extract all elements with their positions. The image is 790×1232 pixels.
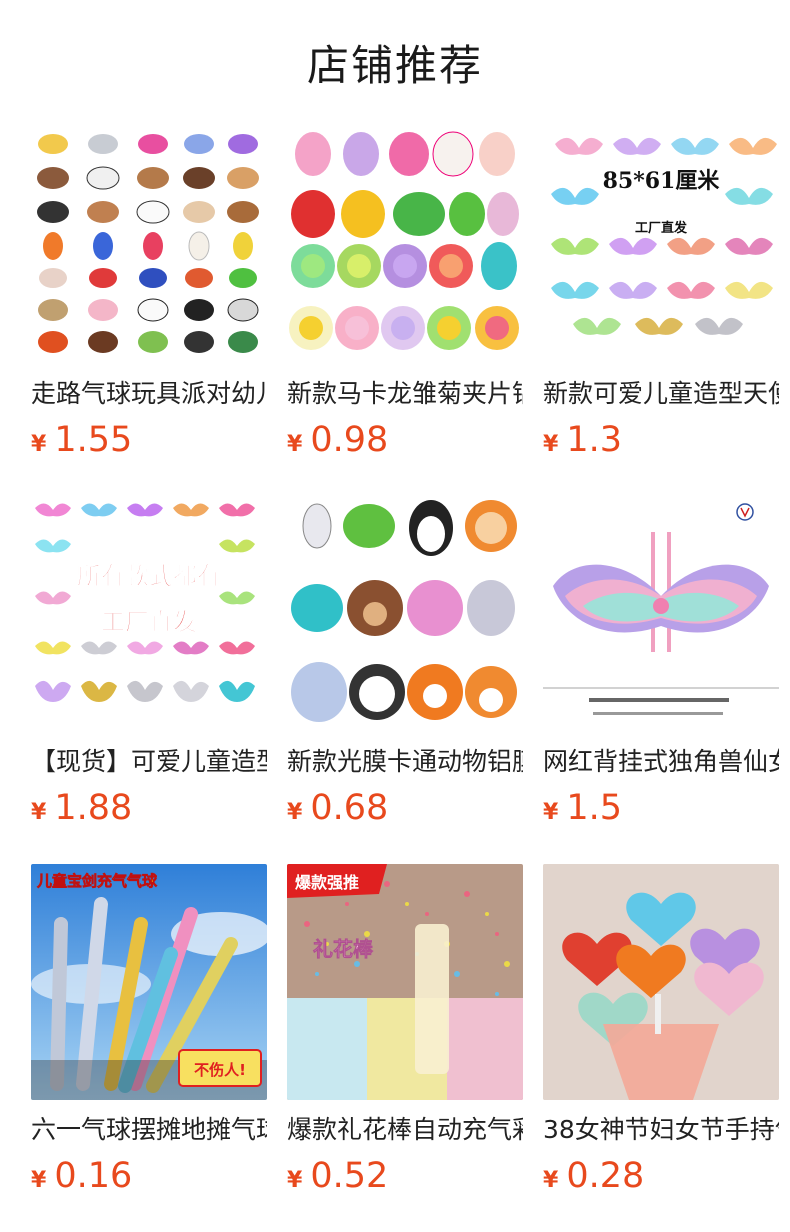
- currency-symbol: ¥: [543, 1168, 559, 1193]
- image-caption: 所有款式都有: [77, 562, 221, 590]
- product-image[interactable]: 爆款强推 礼花棒: [287, 864, 523, 1100]
- product-image[interactable]: 85*61厘米 工厂直发: [543, 128, 779, 364]
- price-value: 1.88: [54, 788, 133, 828]
- product-title[interactable]: 新款可爱儿童造型天使翅膀: [543, 378, 779, 410]
- currency-symbol: ¥: [543, 432, 559, 457]
- currency-symbol: ¥: [31, 432, 47, 457]
- butterfly-wing-balloons-image: 85*61厘米 工厂直发: [543, 128, 779, 364]
- image-caption: 儿童宝剑充气气球: [36, 872, 158, 890]
- price-value: 0.52: [310, 1156, 389, 1196]
- price-value: 1.5: [566, 788, 622, 828]
- confetti-stick-image: 爆款强推 礼花棒: [287, 864, 523, 1100]
- product-card[interactable]: 爆款强推 礼花棒 爆款礼花棒自动充气彩带棒 ¥ 0.52: [287, 864, 523, 1212]
- product-title[interactable]: 新款马卡龙雏菊夹片铝膜: [287, 378, 523, 410]
- currency-symbol: ¥: [31, 1168, 47, 1193]
- image-caption: 85*61厘米: [603, 168, 721, 194]
- product-image[interactable]: [31, 128, 267, 364]
- image-caption: 工厂直发: [635, 220, 688, 236]
- product-title[interactable]: 六一气球摆摊地摊气球宝剑: [31, 1114, 267, 1146]
- product-price: ¥ 1.3: [543, 420, 779, 460]
- currency-symbol: ¥: [543, 800, 559, 825]
- product-image[interactable]: [543, 496, 779, 732]
- cartoon-animal-balloons-image: [287, 496, 523, 732]
- cartoon-daisy-balloons-image: [287, 128, 523, 364]
- angel-wing-balloon-image: [543, 496, 779, 732]
- price-value: 1.55: [54, 420, 133, 460]
- product-image[interactable]: [287, 128, 523, 364]
- image-caption: 礼花棒: [313, 937, 374, 961]
- product-title[interactable]: 38女神节妇女节手持气球: [543, 1114, 779, 1146]
- image-caption: 不伤人!: [194, 1061, 246, 1079]
- butterfly-balloons-image: 所有款式都有 工厂直发: [31, 496, 267, 732]
- product-title[interactable]: 新款光膜卡通动物铝膜气球: [287, 746, 523, 778]
- currency-symbol: ¥: [287, 432, 303, 457]
- price-value: 1.3: [566, 420, 622, 460]
- product-price: ¥ 0.68: [287, 788, 523, 828]
- product-price: ¥ 0.28: [543, 1156, 779, 1196]
- walking-animal-balloons-image: [31, 128, 267, 364]
- heart-balloon-bouquet-image: [543, 864, 779, 1100]
- product-title[interactable]: 网红背挂式独角兽仙女翅膀: [543, 746, 779, 778]
- sword-balloons-image: 儿童宝剑充气气球 不伤人!: [31, 864, 267, 1100]
- product-card[interactable]: 所有款式都有 工厂直发 【现货】可爱儿童造型蝴蝶 ¥ 1.88: [31, 496, 267, 844]
- product-price: ¥ 1.88: [31, 788, 267, 828]
- product-card[interactable]: 38女神节妇女节手持气球 ¥ 0.28: [543, 864, 779, 1212]
- product-price: ¥ 1.5: [543, 788, 779, 828]
- product-price: ¥ 0.98: [287, 420, 523, 460]
- image-caption: 工厂直发: [101, 608, 197, 636]
- product-card[interactable]: 走路气球玩具派对幼儿园 ¥ 1.55: [31, 128, 267, 476]
- product-title[interactable]: 走路气球玩具派对幼儿园: [31, 378, 267, 410]
- product-image[interactable]: [543, 864, 779, 1100]
- product-title[interactable]: 爆款礼花棒自动充气彩带棒: [287, 1114, 523, 1146]
- product-card[interactable]: 儿童宝剑充气气球 不伤人! 六一气球摆摊地摊气球宝剑 ¥ 0.16: [31, 864, 267, 1212]
- currency-symbol: ¥: [287, 1168, 303, 1193]
- product-card[interactable]: 网红背挂式独角兽仙女翅膀 ¥ 1.5: [543, 496, 779, 844]
- product-image[interactable]: [287, 496, 523, 732]
- product-card[interactable]: 新款光膜卡通动物铝膜气球 ¥ 0.68: [287, 496, 523, 844]
- image-caption: 爆款强推: [295, 873, 359, 892]
- product-image[interactable]: 所有款式都有 工厂直发: [31, 496, 267, 732]
- price-value: 0.28: [566, 1156, 645, 1196]
- product-card[interactable]: 85*61厘米 工厂直发 新款可爱儿童造型天使翅膀 ¥ 1.3: [543, 128, 779, 476]
- page-title: 店铺推荐: [306, 41, 483, 90]
- product-image[interactable]: 儿童宝剑充气气球 不伤人!: [31, 864, 267, 1100]
- currency-symbol: ¥: [31, 800, 47, 825]
- product-price: ¥ 0.52: [287, 1156, 523, 1196]
- product-card[interactable]: 新款马卡龙雏菊夹片铝膜 ¥ 0.98: [287, 128, 523, 476]
- currency-symbol: ¥: [287, 800, 303, 825]
- product-price: ¥ 1.55: [31, 420, 267, 460]
- price-value: 0.16: [54, 1156, 133, 1196]
- product-grid: 走路气球玩具派对幼儿园 ¥ 1.55 新款马卡: [31, 128, 779, 1212]
- product-title[interactable]: 【现货】可爱儿童造型蝴蝶: [31, 746, 267, 778]
- price-value: 0.98: [310, 420, 389, 460]
- product-price: ¥ 0.16: [31, 1156, 267, 1196]
- price-value: 0.68: [310, 788, 389, 828]
